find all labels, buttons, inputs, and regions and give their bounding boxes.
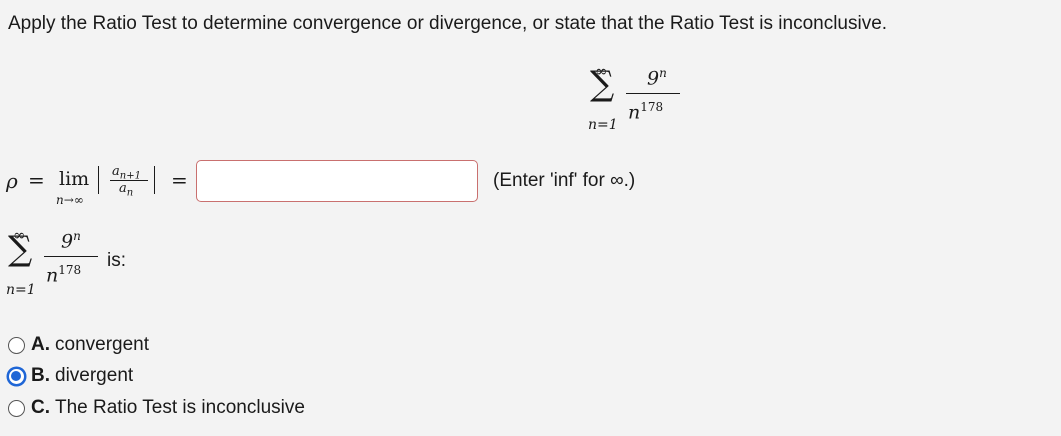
abs-bar-right [154,166,155,194]
series-expression-2: ∞ ∑ n=1 9n n178 is: [6,226,156,301]
rho-symbol: ρ [6,169,18,193]
equals-sign-2: = [171,168,188,192]
option-b-letter: B. [31,365,50,386]
series-numerator-2: 9n [61,229,81,253]
sigma-symbol-2: ∑ [8,229,33,269]
abs-bar-left [98,166,99,194]
fraction-bar-2 [44,256,98,257]
is-label: is: [107,250,126,271]
infinity-hint: (Enter 'inf' for ∞.) [493,170,636,191]
a-term: an [119,181,134,199]
rho-answer-input[interactable] [196,160,478,202]
series-denominator-2: n178 [46,263,82,287]
series-lower-limit: n=1 [588,117,618,133]
option-b-text: divergent [55,365,134,386]
option-divergent[interactable]: B. divergent [8,363,133,389]
option-c-letter: C. [31,397,50,418]
radio-convergent[interactable] [8,336,25,354]
series-lower-limit-2: n=1 [6,282,36,298]
series-denominator: n178 [628,100,664,124]
option-inconclusive[interactable]: C. The Ratio Test is inconclusive [8,395,305,421]
lim-subscript: n→∞ [56,193,84,207]
radio-divergent[interactable] [8,367,25,385]
fraction-bar [626,93,680,94]
option-convergent[interactable]: A. convergent [8,332,149,358]
option-a-text: convergent [55,334,150,355]
sigma-symbol: ∑ [590,64,615,104]
a-next-term: an+1 [112,164,141,182]
option-a-letter: A. [31,334,50,355]
option-c-text: The Ratio Test is inconclusive [55,397,305,418]
lim-text: lim [59,168,90,190]
radio-inconclusive[interactable] [8,399,25,417]
equals-sign: = [28,168,45,192]
series-numerator: 9n [647,66,667,90]
question-text: Apply the Ratio Test to determine conver… [8,13,888,34]
series-expression: ∞ ∑ n=1 9n n178 [584,62,694,137]
